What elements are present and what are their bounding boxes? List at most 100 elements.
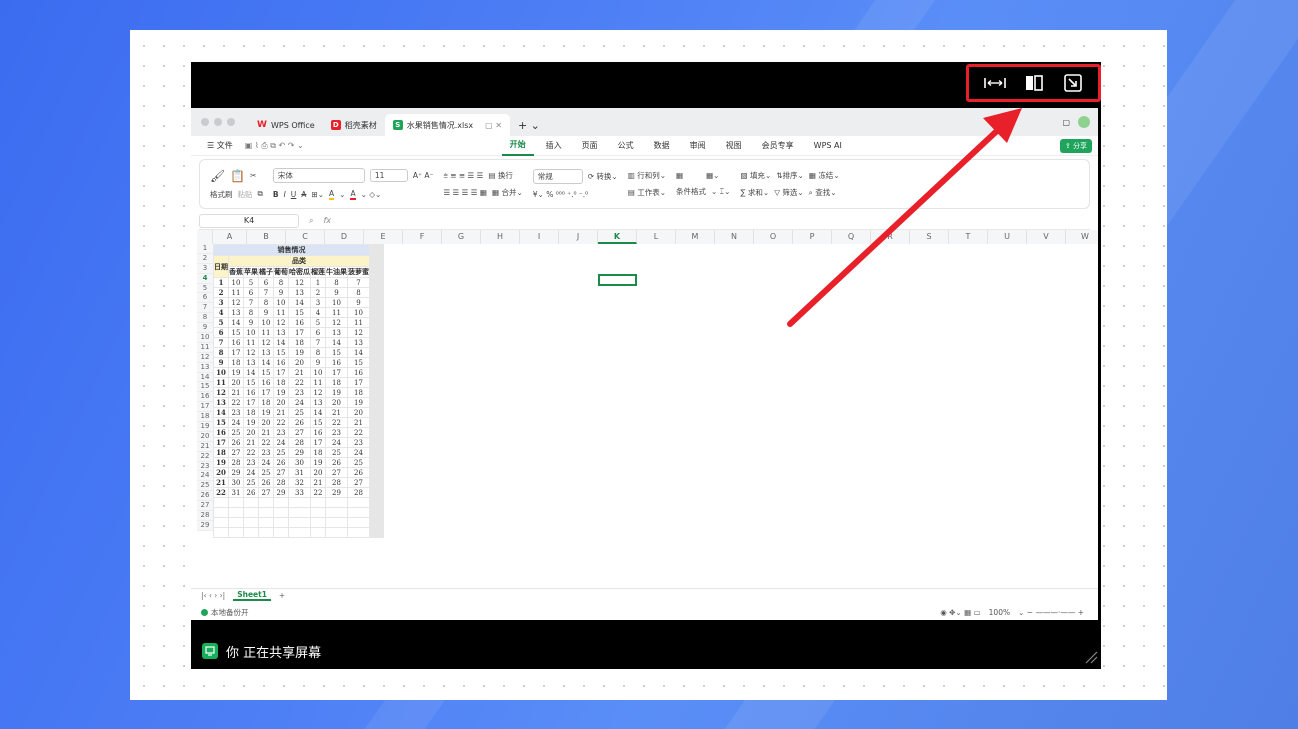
- cell[interactable]: [228, 497, 244, 508]
- value-cell[interactable]: 23: [243, 457, 259, 468]
- value-cell[interactable]: 16: [258, 377, 274, 388]
- file-menu[interactable]: ☰ 文件: [199, 140, 241, 151]
- value-cell[interactable]: 18: [273, 377, 289, 388]
- row-header[interactable]: 21: [197, 441, 213, 452]
- cell[interactable]: [382, 357, 384, 368]
- cell[interactable]: [213, 516, 229, 528]
- column-header[interactable]: W: [1066, 230, 1098, 244]
- value-cell[interactable]: 8: [325, 277, 348, 288]
- value-cell[interactable]: 20: [347, 407, 370, 418]
- value-cell[interactable]: 15: [310, 417, 326, 428]
- fruit-header-cell[interactable]: 香蕉: [228, 266, 244, 278]
- value-cell[interactable]: 21: [347, 417, 370, 428]
- cell[interactable]: [273, 526, 289, 538]
- font-size-select[interactable]: 11: [369, 169, 408, 182]
- value-cell[interactable]: 17: [347, 377, 370, 388]
- value-cell[interactable]: 30: [288, 457, 311, 468]
- value-cell[interactable]: 4: [310, 307, 326, 318]
- value-cell[interactable]: 13: [288, 287, 311, 298]
- cell[interactable]: [382, 317, 384, 328]
- tab-docer[interactable]: D 稻壳素材: [323, 114, 385, 136]
- column-header[interactable]: H: [481, 230, 520, 244]
- value-cell[interactable]: 10: [310, 367, 326, 378]
- value-cell[interactable]: 22: [273, 417, 289, 428]
- freeze-button[interactable]: ▦ 冻结⌄: [809, 170, 840, 181]
- cell-area[interactable]: 销售情况 日期 品类 香蕉 苹果 橘子 葡萄 哈密瓜 榴莲 牛油果 菠萝蜜 1 10 5 6 8 12 1 8 7 2 1…: [213, 244, 384, 538]
- row-header[interactable]: 13: [197, 362, 213, 373]
- value-cell[interactable]: 17: [310, 437, 326, 448]
- cell-style-icon[interactable]: ▦⌄: [706, 171, 719, 180]
- value-cell[interactable]: 17: [325, 367, 348, 378]
- value-cell[interactable]: 1: [310, 277, 326, 288]
- value-cell[interactable]: 15: [325, 347, 348, 358]
- value-cell[interactable]: 18: [325, 377, 348, 388]
- cell[interactable]: [258, 516, 274, 528]
- cell[interactable]: [382, 447, 384, 458]
- date-cell[interactable]: 12: [213, 387, 229, 398]
- row-header[interactable]: 9: [197, 323, 213, 334]
- value-cell[interactable]: 15: [258, 367, 274, 378]
- value-cell[interactable]: 20: [273, 397, 289, 408]
- cell[interactable]: [382, 287, 384, 298]
- column-header[interactable]: M: [676, 230, 715, 244]
- row-header[interactable]: 1: [197, 244, 213, 254]
- cell[interactable]: [382, 407, 384, 418]
- value-cell[interactable]: 15: [228, 327, 244, 338]
- value-cell[interactable]: 23: [288, 387, 311, 398]
- value-cell[interactable]: 16: [310, 427, 326, 438]
- row-header[interactable]: 27: [197, 501, 213, 512]
- row-header[interactable]: 7: [197, 303, 213, 314]
- menu-wps-ai[interactable]: WPS AI: [806, 141, 850, 150]
- value-cell[interactable]: 25: [228, 427, 244, 438]
- fruit-header-cell[interactable]: 葡萄: [273, 266, 289, 278]
- value-cell[interactable]: 6: [243, 287, 259, 298]
- row-header[interactable]: 12: [197, 352, 213, 363]
- value-cell[interactable]: 23: [273, 427, 289, 438]
- value-cell[interactable]: 13: [347, 337, 370, 348]
- value-cell[interactable]: 26: [288, 417, 311, 428]
- column-header[interactable]: V: [1027, 230, 1066, 244]
- column-header[interactable]: J: [559, 230, 598, 244]
- sheet-title-cell[interactable]: 销售情况: [213, 244, 370, 256]
- value-cell[interactable]: 10: [325, 297, 348, 308]
- value-cell[interactable]: 12: [258, 337, 274, 348]
- cell[interactable]: [347, 506, 370, 518]
- format-painter-button[interactable]: 格式刷: [210, 189, 233, 200]
- cell[interactable]: [273, 516, 289, 528]
- value-cell[interactable]: 20: [258, 417, 274, 428]
- cell[interactable]: [213, 506, 229, 518]
- zoom-level[interactable]: 100%: [989, 608, 1010, 617]
- font-style-icons[interactable]: B I U A ⊞⌄ A ⌄ A ⌄ ◇⌄: [273, 189, 434, 200]
- row-header[interactable]: 28: [197, 511, 213, 521]
- row-header[interactable]: 3: [197, 263, 213, 274]
- value-cell[interactable]: 27: [273, 467, 289, 478]
- row-header[interactable]: 14: [197, 372, 213, 383]
- value-cell[interactable]: 33: [288, 487, 311, 498]
- quick-access-icons[interactable]: ▣ ⌇ ⎙ ⧉ ↶ ↷ ⌄: [245, 141, 304, 151]
- value-cell[interactable]: 17: [273, 367, 289, 378]
- fit-width-icon[interactable]: [982, 72, 1008, 94]
- row-header[interactable]: 2: [197, 253, 213, 264]
- value-cell[interactable]: 22: [347, 427, 370, 438]
- value-cell[interactable]: 14: [228, 317, 244, 328]
- tab-wps-office[interactable]: W WPS Office: [249, 114, 323, 136]
- menu-member[interactable]: 会员专享: [754, 140, 802, 151]
- font-grow-icon[interactable]: A⁺ A⁻: [413, 171, 434, 180]
- value-cell[interactable]: 27: [228, 447, 244, 458]
- value-cell[interactable]: 27: [258, 487, 274, 498]
- cell[interactable]: [382, 506, 384, 518]
- date-cell[interactable]: 16: [213, 427, 229, 438]
- cell[interactable]: [325, 516, 348, 528]
- value-cell[interactable]: 6: [310, 327, 326, 338]
- value-cell[interactable]: 11: [243, 337, 259, 348]
- value-cell[interactable]: 17: [288, 327, 311, 338]
- date-cell[interactable]: 9: [213, 357, 229, 368]
- value-cell[interactable]: 12: [228, 297, 244, 308]
- cell[interactable]: [382, 307, 384, 318]
- value-cell[interactable]: 24: [273, 437, 289, 448]
- value-cell[interactable]: 14: [288, 297, 311, 308]
- value-cell[interactable]: 12: [273, 317, 289, 328]
- column-header[interactable]: B: [247, 230, 286, 244]
- value-cell[interactable]: 23: [228, 407, 244, 418]
- value-cell[interactable]: 22: [325, 417, 348, 428]
